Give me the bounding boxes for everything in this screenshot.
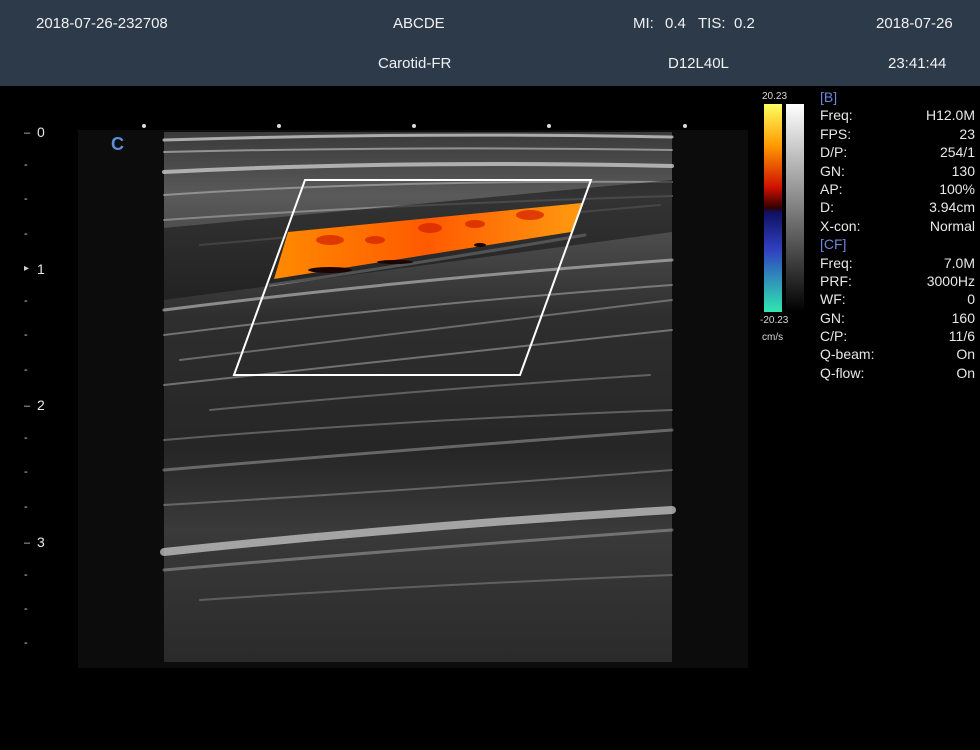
param-row: Freq: H12.0M xyxy=(820,107,975,124)
grayscale-bar xyxy=(786,104,804,312)
param-row: Freq: 7.0M xyxy=(820,254,975,271)
colorbar-unit: cm/s xyxy=(762,332,784,343)
parameter-panel: [B] Freq: H12.0M FPS: 23 D/P: 254/1 GN: 130 … xyxy=(820,88,975,382)
param-row: AP: 100% xyxy=(820,180,975,197)
colorbar-min: -20.23 xyxy=(760,315,789,326)
param-row: D: 3.94cm xyxy=(820,199,975,216)
param-row: PRF: 3000Hz xyxy=(820,272,975,289)
param-row: X-con: Normal xyxy=(820,217,975,234)
param-row: GN: 160 xyxy=(820,309,975,326)
param-row: Q-beam: On xyxy=(820,346,975,363)
param-row: Q-flow: On xyxy=(820,364,975,381)
color-velocity-bar xyxy=(764,104,782,312)
cf-mode-header: [CF] xyxy=(820,236,847,253)
param-row: GN: 130 xyxy=(820,162,975,179)
param-row: C/P: 11/6 xyxy=(820,328,975,345)
b-mode-header: [B] xyxy=(820,89,838,105)
orientation-mark: C xyxy=(111,134,124,154)
colorbar-max: 20.23 xyxy=(762,91,788,102)
param-row: D/P: 254/1 xyxy=(820,144,975,161)
param-row: WF: 0 xyxy=(820,291,975,308)
param-row: FPS: 23 xyxy=(820,125,975,142)
